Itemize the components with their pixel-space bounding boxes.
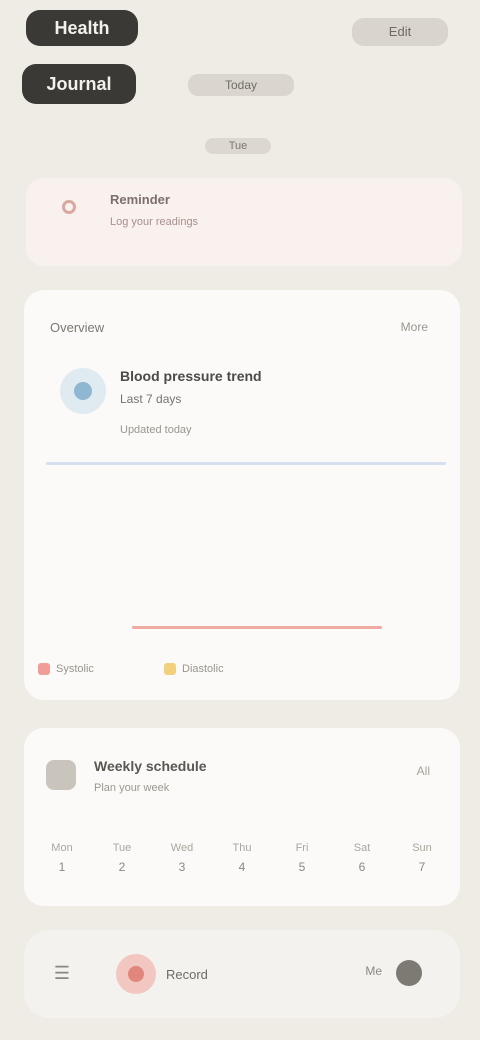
legend-label: Systolic [56,663,94,675]
alert-banner[interactable]: Reminder Log your readings [26,178,462,266]
card-more-link[interactable]: More [384,320,428,338]
row-title[interactable]: Blood pressure trend [120,368,390,386]
schedule-subtitle: Plan your week [94,782,170,794]
day-name: Fri [295,842,309,854]
header-subtitle: Today [188,74,294,96]
legend-swatch [38,663,50,675]
day-name: Sun [412,842,432,854]
chart-legend: Systolic Diastolic [38,658,438,680]
day-name: Wed [170,842,194,854]
legend-item-diastolic: Diastolic [164,658,224,680]
day-number: 7 [418,860,426,874]
overview-card: Overview More Blood pressure trend Last … [24,290,460,700]
divider [46,462,446,465]
row-subtitle: Last 7 days [120,392,182,406]
day-number: 2 [118,860,126,874]
day-thu[interactable]: Thu 4 [220,828,264,888]
app-root: Health Journal Edit Today Tue Reminder L… [0,0,480,1040]
day-name: Mon [51,842,73,854]
menu-icon[interactable]: ☰ [46,962,78,984]
record-label: Record [166,966,208,982]
profile-label[interactable]: Me [342,964,382,982]
day-mon[interactable]: Mon 1 [40,828,84,888]
day-number: 3 [178,860,186,874]
day-name: Sat [353,842,371,854]
legend-label: Diastolic [182,663,224,675]
card-label: Overview [50,320,105,335]
avatar[interactable] [396,960,422,986]
trend-line [132,626,382,629]
day-name: Tue [112,842,132,854]
alert-subtitle: Log your readings [110,216,199,228]
day-number: 5 [298,860,306,874]
day-strip: Mon 1 Tue 2 Wed 3 Thu 4 Fri 5 Sat 6 Sun 7 [40,828,444,888]
day-number: 6 [358,860,366,874]
day-name: Thu [232,842,252,854]
day-sun[interactable]: Sun 7 [400,828,444,888]
day-number: 4 [238,860,246,874]
row-meta: Updated today [120,424,192,436]
legend-item-systolic: Systolic [38,658,94,680]
legend-swatch [164,663,176,675]
calendar-icon [46,760,76,790]
alert-icon [62,200,76,214]
alert-title: Reminder [110,192,170,207]
title-line-2: Journal [22,64,136,104]
chart-area [46,490,446,650]
schedule-title: Weekly schedule [94,758,207,774]
header-caption: Tue [205,138,271,154]
day-wed[interactable]: Wed 3 [160,828,204,888]
record-button[interactable]: Record [116,952,276,996]
heart-icon [60,368,106,414]
record-icon [116,954,156,994]
title-line-1: Health [26,10,138,46]
day-fri[interactable]: Fri 5 [280,828,324,888]
schedule-card: Weekly schedule Plan your week All Mon 1 … [24,728,460,906]
day-number: 1 [58,860,66,874]
bottom-bar: ☰ Record Me [24,930,460,1018]
schedule-all-link[interactable]: All [376,764,430,782]
day-sat[interactable]: Sat 6 [340,828,384,888]
header-action-button[interactable]: Edit [352,18,448,46]
header: Health Journal Edit Today Tue [0,0,480,160]
day-tue[interactable]: Tue 2 [100,828,144,888]
